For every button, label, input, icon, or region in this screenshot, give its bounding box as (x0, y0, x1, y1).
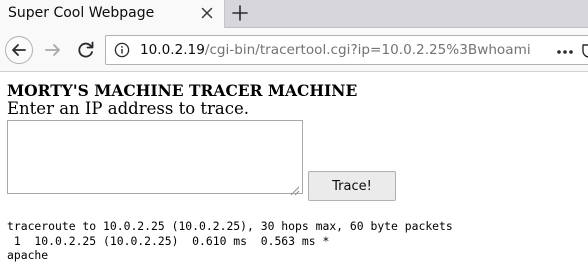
page-content: MORTY'S MACHINE TRACER MACHINE Enter an … (0, 72, 588, 272)
resize-grip-icon[interactable] (288, 181, 300, 196)
output-line: apache (7, 248, 49, 262)
plus-icon[interactable] (231, 4, 249, 22)
tab-strip: Super Cool Webpage (0, 0, 588, 28)
active-tab[interactable]: Super Cool Webpage (0, 0, 225, 28)
ip-address-input[interactable] (7, 120, 303, 194)
url-text[interactable]: 10.0.2.19/cgi-bin/tracertool.cgi?ip=10.0… (140, 42, 531, 58)
close-icon[interactable] (199, 5, 215, 21)
arrow-left-icon (12, 44, 26, 56)
url-path: /cgi-bin/tracertool.cgi?ip=10.0.2.25%3Bw… (204, 42, 531, 58)
page-title: MORTY'S MACHINE TRACER MACHINE (7, 81, 358, 100)
reload-button[interactable] (72, 36, 100, 64)
info-icon[interactable] (114, 42, 130, 58)
forward-button[interactable] (39, 36, 67, 64)
more-icon[interactable] (555, 44, 575, 58)
url-host: 10.0.2.19 (140, 42, 205, 58)
output-line: 1 10.0.2.25 (10.0.2.25) 0.610 ms 0.563 m… (7, 233, 330, 248)
arrow-right-icon (45, 44, 60, 56)
pocket-icon[interactable] (581, 42, 588, 60)
trace-button[interactable]: Trace! (308, 171, 396, 201)
ip-prompt-label: Enter an IP address to trace. (7, 99, 249, 118)
back-button[interactable] (5, 36, 33, 64)
url-bar[interactable]: 10.0.2.19/cgi-bin/tracertool.cgi?ip=10.0… (105, 35, 588, 65)
output-line: traceroute to 10.0.2.25 (10.0.2.25), 30 … (7, 219, 453, 233)
reload-icon (78, 41, 94, 58)
navigation-toolbar: 10.0.2.19/cgi-bin/tracertool.cgi?ip=10.0… (0, 28, 588, 72)
tab-title: Super Cool Webpage (8, 5, 155, 21)
trace-output: traceroute to 10.0.2.25 (10.0.2.25), 30 … (7, 219, 453, 263)
